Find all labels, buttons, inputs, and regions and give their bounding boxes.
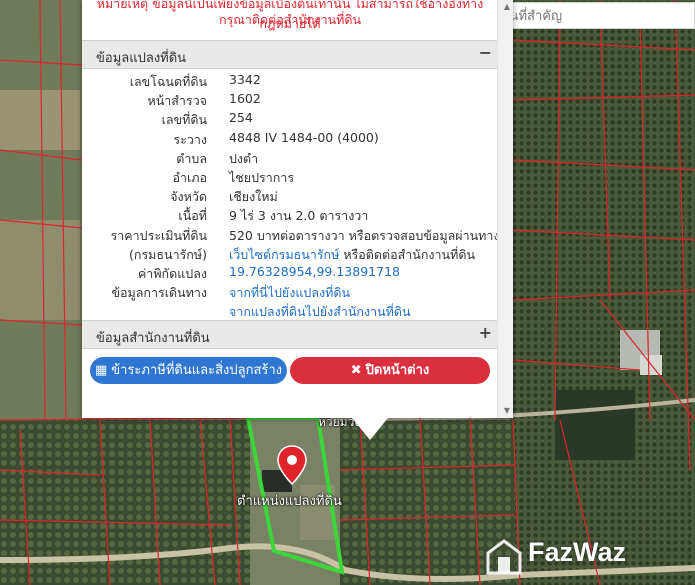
detail-row: ข้อมูลการเดินทาง จากที่นี่ไปยังแปลงที่ดิน <box>82 283 498 302</box>
land-panel-title: ข้อมูลแปลงที่ดิน <box>96 51 187 66</box>
office-panel-header[interactable]: ข้อมูลสำนักงานที่ดิน + <box>82 320 498 349</box>
close-window-button[interactable]: ✖ ปิดหน้าต่าง <box>290 357 490 384</box>
treasury-website-link[interactable]: เว็บไซต์กรมธนารักษ์ <box>229 247 339 262</box>
detail-row: ค่าพิกัดแปลง 19.76328954,99.13891718 <box>137 263 400 281</box>
detail-row: ตำบล ปงตำ <box>176 150 259 166</box>
scroll-down-icon[interactable]: ▼ <box>504 406 510 415</box>
land-panel-header[interactable]: ข้อมูลแปลงที่ดิน − <box>82 40 498 69</box>
detail-row: ราคาประเมินที่ดิน 520 บาทต่อตารางวา หรือต… <box>110 227 500 243</box>
detail-row: เลขโฉนดที่ดิน 3342 <box>129 72 261 89</box>
fazwaz-logo-icon <box>486 539 522 575</box>
detail-row: จากแปลงที่ดินไปยังสำนักงานที่ดิน <box>82 302 498 321</box>
detail-row: จังหวัด เชียงใหม่ <box>170 189 278 205</box>
land-details: เลขโฉนดที่ดิน 3342 หน้าสำรวจ 1602 เลขที่ดิ… <box>82 72 500 321</box>
watermark: FazWaz <box>528 537 627 567</box>
detail-row: ระวาง 4848 IV 1484-00 (4000) <box>173 129 379 147</box>
detail-row: เนื้อที่ 9 ไร่ 3 งาน 2.0 ตารางวา <box>178 208 369 224</box>
close-icon: ✖ <box>350 363 362 378</box>
detail-row: (กรมธนารักษ์) เว็บไซต์กรมธนารักษ์ หรือติด… <box>129 246 475 262</box>
popup-pointer <box>352 418 388 440</box>
detail-row: อำเภอ ไชยปราการ <box>172 169 295 185</box>
directions-to-plot-link[interactable]: จากที่นี่ไปยังแปลงที่ดิน <box>229 283 350 303</box>
scroll-up-icon[interactable]: ▲ <box>504 2 510 11</box>
grid-icon: ▦ <box>94 363 108 378</box>
expand-icon[interactable]: + <box>479 323 492 342</box>
tax-map-button[interactable]: ▦ ข้าระภาษีที่ดินและสิ่งปลูกสร้าง <box>90 357 287 384</box>
location-pin-icon[interactable] <box>277 445 307 485</box>
land-info-popup: หมายเหตุ ข้อมูลนี้เป็นเพียงข้อมูลเบื้องต… <box>82 0 513 440</box>
office-panel-title: ข้อมูลสำนักงานที่ดิน <box>96 331 210 346</box>
detail-row: เลขที่ดิน 254 <box>161 110 253 128</box>
popup-scrollbar[interactable]: ▲ ▼ <box>497 0 513 418</box>
contact-notice: กรุณาติดต่อสำนักงานที่ดิน <box>218 12 362 27</box>
coordinates-link[interactable]: 19.76328954,99.13891718 <box>229 264 400 279</box>
collapse-icon[interactable]: − <box>479 43 492 62</box>
detail-row: หน้าสำรวจ 1602 <box>147 91 261 109</box>
plot-marker-label: ตำแหน่งแปลงที่ดิน <box>237 494 342 509</box>
